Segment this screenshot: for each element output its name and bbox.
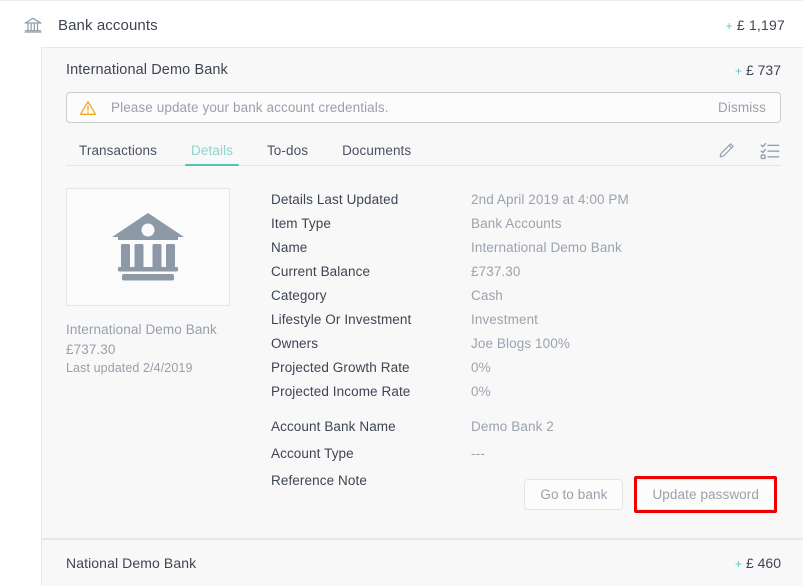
detail-label: Details Last Updated	[271, 192, 399, 207]
account-amount-value: £ 460	[745, 555, 781, 571]
detail-value: Investment	[471, 312, 539, 327]
top-divider	[0, 0, 803, 1]
detail-label: Item Type	[271, 216, 331, 231]
header-total: + £ 1,197	[726, 17, 785, 33]
go-to-bank-button[interactable]: Go to bank	[524, 479, 624, 510]
detail-value: 0%	[471, 384, 491, 399]
page-header: Bank accounts + £ 1,197	[0, 0, 803, 50]
tab-actions	[715, 139, 781, 165]
account-amount-value: £ 737	[745, 62, 781, 78]
account-row-national-demo-bank[interactable]: National Demo Bank + £ 460	[41, 539, 803, 586]
detail-label: Account Bank Name	[271, 419, 396, 434]
tab-documents[interactable]: Documents	[325, 143, 428, 165]
tab-details[interactable]: Details	[174, 143, 250, 166]
tabs-row: Transactions Details To-dos Documents	[66, 132, 781, 166]
detail-label: Current Balance	[271, 264, 371, 279]
bank-building-icon	[106, 207, 190, 288]
update-password-button[interactable]: Update password	[634, 476, 777, 513]
details-columns: Details Last Updated 2nd April 2019 at 4…	[271, 188, 781, 494]
account-thumbnail	[66, 188, 230, 306]
dismiss-button[interactable]: Dismiss	[718, 100, 766, 115]
account-name: International Demo Bank	[66, 62, 228, 78]
detail-value: ---	[471, 446, 485, 461]
account-card: International Demo Bank + £ 737 Please u…	[41, 47, 803, 539]
detail-label: Projected Growth Rate	[271, 360, 410, 375]
alert-message: Please update your bank account credenti…	[111, 100, 389, 115]
detail-label: Name	[271, 240, 308, 255]
thumbnail-column: International Demo Bank £737.30 Last upd…	[66, 188, 232, 494]
detail-value: Demo Bank 2	[471, 419, 554, 434]
account-name: National Demo Bank	[66, 555, 197, 571]
warning-triangle-icon	[79, 99, 97, 117]
tab-transactions[interactable]: Transactions	[66, 143, 174, 165]
pencil-icon[interactable]	[715, 139, 737, 161]
account-amount: + £ 460	[735, 555, 781, 571]
detail-value: 0%	[471, 360, 491, 375]
plus-sign: +	[725, 19, 733, 33]
detail-value: Bank Accounts	[471, 216, 562, 231]
detail-label: Lifestyle Or Investment	[271, 312, 412, 327]
details-panel: International Demo Bank £737.30 Last upd…	[42, 166, 803, 494]
tab-list: Transactions Details To-dos Documents	[66, 132, 428, 166]
details-primary-grid: Details Last Updated 2nd April 2019 at 4…	[271, 188, 781, 404]
tab-to-dos[interactable]: To-dos	[250, 143, 325, 165]
account-card-header[interactable]: International Demo Bank + £ 737	[42, 48, 803, 82]
header-total-amount: £ 1,197	[736, 17, 785, 33]
thumbnail-caption: International Demo Bank £737.30	[66, 322, 217, 357]
card-footer-actions: Go to bank Update password	[524, 476, 777, 513]
plus-sign: +	[734, 64, 742, 78]
detail-label: Reference Note	[271, 473, 367, 488]
page-title: Bank accounts	[58, 16, 158, 34]
detail-label: Account Type	[271, 446, 354, 461]
account-amount: + £ 737	[735, 62, 781, 78]
detail-value: Joe Blogs 100%	[471, 336, 570, 351]
bank-icon	[22, 14, 44, 36]
detail-value: 2nd April 2019 at 4:00 PM	[471, 192, 629, 207]
detail-label: Owners	[271, 336, 319, 351]
thumbnail-subcaption: Last updated 2/4/2019	[66, 361, 193, 375]
plus-sign: +	[734, 557, 742, 571]
detail-value: Cash	[471, 288, 503, 303]
checklist-icon[interactable]	[759, 139, 781, 161]
credentials-alert-banner: Please update your bank account credenti…	[66, 92, 781, 123]
detail-value: International Demo Bank	[471, 240, 622, 255]
detail-label: Category	[271, 288, 327, 303]
detail-label: Projected Income Rate	[271, 384, 411, 399]
detail-value: £737.30	[471, 264, 521, 279]
